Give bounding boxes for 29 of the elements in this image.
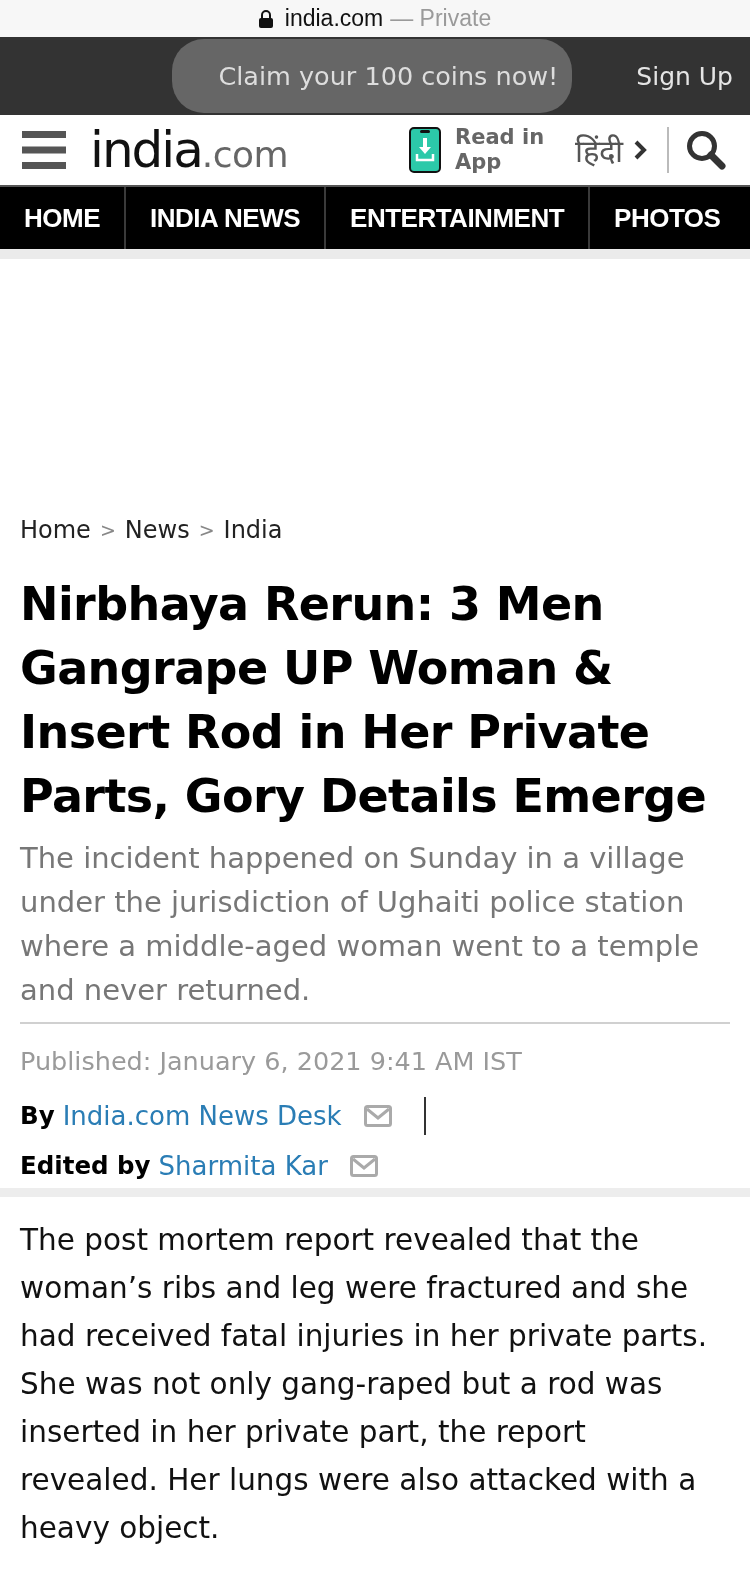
author-link[interactable]: Sharmita Kar [158,1149,328,1183]
breadcrumb-link[interactable]: Home [20,513,91,547]
breadcrumb-separator: > [198,518,215,543]
credit-label: Edited by [20,1150,151,1182]
read-in-app-link[interactable]: Read in App [455,125,551,175]
publish-date: Published: January 6, 2021 9:41 AM IST [20,1045,523,1078]
author-link[interactable]: India.com News Desk [62,1099,342,1133]
breadcrumb-separator: > [99,518,116,543]
menu-icon[interactable] [22,131,66,169]
search-icon[interactable] [686,130,726,170]
article-body-text: The post mortem report revealed that the woman’s ribs and leg were fractured and she had received fatal injuries in her private parts. She was not only gang-raped but a rod was inserted in her private part, the report revealed. Her lungs were also attacked with a heavy object. [20,1222,708,1547]
article-summary: The incident happened on Sunday in a village under the jurisdiction of Ughaiti police station where a middle-aged woman went to a temple and never returned. [20,840,701,1009]
chevron-right-icon [633,139,647,161]
sign-up-link[interactable]: Sign Up [636,61,733,91]
hindi-language-link[interactable]: हिंदी [575,129,647,171]
breadcrumb-link[interactable]: India [223,513,283,547]
nav-tab[interactable]: INDIA NEWS [126,187,327,249]
nav-tab[interactable]: PHOTOS [590,187,745,249]
nav-tab[interactable]: HOME [0,187,126,249]
site-logo[interactable]: india.com [90,125,289,175]
credit-label: By [20,1100,55,1132]
lock-icon [258,9,273,28]
article-title: Nirbhaya Rerun: 3 Men Gangrape UP Woman & Insert Rod in Her Private Parts, Gory Details Emerge [20,576,708,825]
private-mode-label: — Private [390,5,492,32]
breadcrumb-link[interactable]: News [124,513,190,547]
claim-coins-button[interactable]: Claim your 100 coins now! [172,39,573,113]
nav-tab[interactable]: ENTERTAINMENT [326,187,591,249]
phone-download-icon[interactable] [409,127,441,173]
url-text[interactable]: india.com [284,5,384,32]
